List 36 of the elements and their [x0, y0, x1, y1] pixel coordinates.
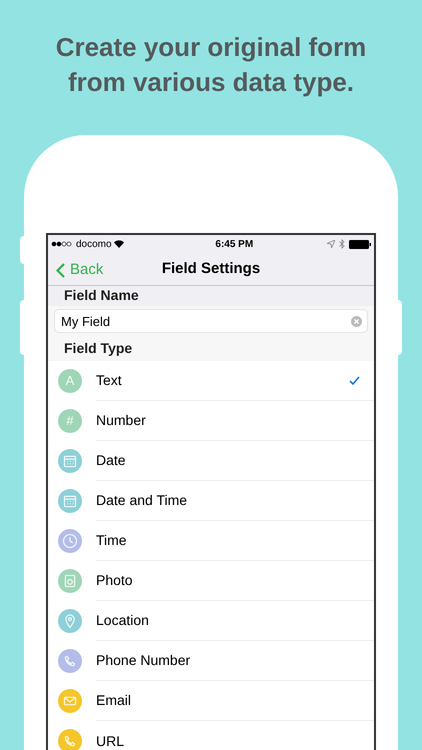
field-type-label: Time — [96, 531, 127, 550]
field-type-row[interactable]: Date and Time — [48, 481, 374, 521]
name-field[interactable]: My Field — [54, 309, 368, 333]
navigation-title: Field Settings — [162, 258, 260, 279]
status-time: 6:45 PM — [215, 238, 254, 252]
field-type-row[interactable]: Photo — [48, 561, 374, 601]
signal-icon — [51, 241, 74, 247]
location-arrow-icon — [327, 240, 335, 248]
section-header: Field Type — [64, 339, 132, 358]
field-type-row[interactable]: Email — [48, 681, 374, 721]
field-type-label: Location — [96, 611, 149, 630]
headline: Create your original form from various data type. — [54, 31, 368, 99]
field-type-row[interactable]: Phone Number — [48, 641, 374, 681]
field-type-label: Phone Number — [96, 651, 190, 670]
section-header: Field Name — [64, 286, 139, 305]
battery-icon — [349, 240, 371, 248]
type-icon: A — [58, 369, 82, 393]
chevron-left-icon — [56, 262, 65, 278]
bluetooth-icon — [339, 239, 345, 249]
field-type-label: URL — [96, 732, 124, 750]
field-type-label: Photo — [96, 571, 133, 590]
field-type-row[interactable]: Date — [48, 441, 374, 481]
field-type-label: Number — [96, 411, 146, 430]
field-type-row[interactable]: URL — [48, 721, 374, 750]
type-icon: # — [58, 409, 82, 433]
field-type-row[interactable]: Location — [48, 601, 374, 641]
carrier-label: docomo — [76, 238, 112, 252]
field-type-row[interactable]: A Text — [48, 361, 374, 401]
clear-icon[interactable] — [351, 316, 362, 326]
field-type-label: Email — [96, 691, 132, 710]
wifi-icon — [114, 240, 124, 248]
field-type-row[interactable]: Time — [48, 521, 374, 561]
field-type-label: Text — [96, 371, 122, 390]
field-type-label: Date and Time — [96, 491, 188, 510]
field-type-label: Date — [96, 451, 126, 470]
field-type-row[interactable]: # Number — [48, 401, 374, 441]
